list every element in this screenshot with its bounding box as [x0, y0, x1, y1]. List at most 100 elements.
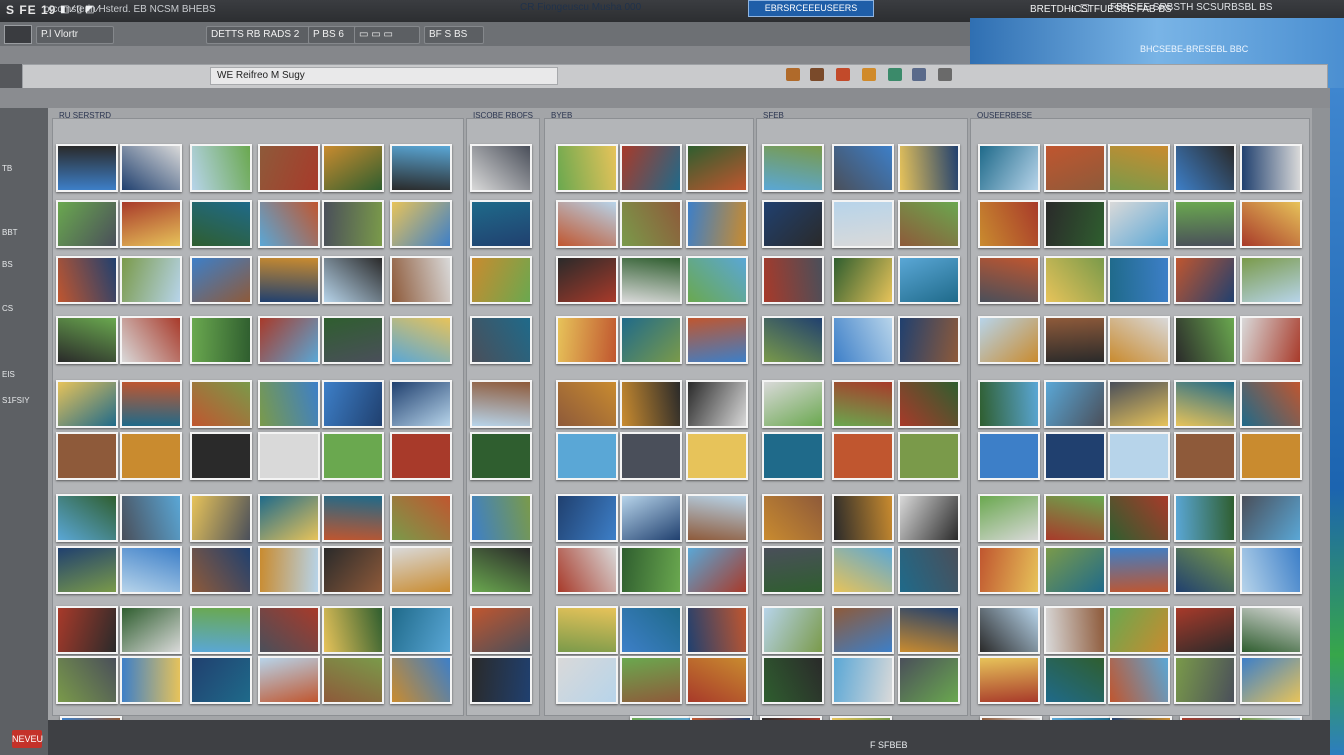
- image-thumbnail[interactable]: [1108, 200, 1170, 248]
- record-button[interactable]: NEVEU: [12, 730, 43, 748]
- image-thumbnail[interactable]: [322, 316, 384, 364]
- image-thumbnail[interactable]: [390, 200, 452, 248]
- sidebar-label[interactable]: CS: [2, 304, 13, 313]
- image-thumbnail[interactable]: [1044, 494, 1106, 542]
- image-thumbnail[interactable]: [258, 432, 320, 480]
- image-thumbnail[interactable]: [686, 200, 748, 248]
- image-thumbnail[interactable]: [1108, 256, 1170, 304]
- image-thumbnail[interactable]: [56, 546, 118, 594]
- image-thumbnail[interactable]: [470, 144, 532, 192]
- image-thumbnail[interactable]: [898, 380, 960, 428]
- image-thumbnail[interactable]: [56, 144, 118, 192]
- image-thumbnail[interactable]: [56, 656, 118, 704]
- image-thumbnail[interactable]: [390, 606, 452, 654]
- image-thumbnail[interactable]: [120, 256, 182, 304]
- image-thumbnail[interactable]: [1240, 606, 1302, 654]
- image-thumbnail[interactable]: [120, 432, 182, 480]
- image-thumbnail[interactable]: [190, 494, 252, 542]
- image-thumbnail[interactable]: [832, 380, 894, 428]
- app-logo-icon[interactable]: [4, 25, 32, 44]
- image-thumbnail[interactable]: [762, 432, 824, 480]
- image-thumbnail[interactable]: [1174, 200, 1236, 248]
- image-thumbnail[interactable]: [390, 144, 452, 192]
- image-thumbnail[interactable]: [620, 144, 682, 192]
- image-thumbnail[interactable]: [56, 200, 118, 248]
- image-thumbnail[interactable]: [620, 656, 682, 704]
- image-thumbnail[interactable]: [258, 144, 320, 192]
- image-thumbnail[interactable]: [762, 606, 824, 654]
- image-thumbnail[interactable]: [832, 432, 894, 480]
- menu-item-bf[interactable]: BF S BS: [424, 26, 484, 44]
- fire-icon[interactable]: [836, 68, 850, 81]
- image-thumbnail[interactable]: [190, 380, 252, 428]
- image-thumbnail[interactable]: [390, 494, 452, 542]
- image-thumbnail[interactable]: [1044, 380, 1106, 428]
- image-thumbnail[interactable]: [1108, 494, 1170, 542]
- image-thumbnail[interactable]: [620, 546, 682, 594]
- image-thumbnail[interactable]: [1174, 144, 1236, 192]
- image-thumbnail[interactable]: [1044, 144, 1106, 192]
- image-thumbnail[interactable]: [1174, 432, 1236, 480]
- image-thumbnail[interactable]: [898, 200, 960, 248]
- image-thumbnail[interactable]: [1240, 494, 1302, 542]
- image-thumbnail[interactable]: [898, 144, 960, 192]
- image-thumbnail[interactable]: [978, 144, 1040, 192]
- image-thumbnail[interactable]: [470, 200, 532, 248]
- image-thumbnail[interactable]: [258, 546, 320, 594]
- image-thumbnail[interactable]: [120, 200, 182, 248]
- image-thumbnail[interactable]: [686, 546, 748, 594]
- image-thumbnail[interactable]: [832, 256, 894, 304]
- image-thumbnail[interactable]: [322, 606, 384, 654]
- image-thumbnail[interactable]: [898, 432, 960, 480]
- image-thumbnail[interactable]: [556, 546, 618, 594]
- image-thumbnail[interactable]: [470, 316, 532, 364]
- image-thumbnail[interactable]: [832, 546, 894, 594]
- image-thumbnail[interactable]: [1174, 606, 1236, 654]
- image-thumbnail[interactable]: [832, 316, 894, 364]
- sidebar-label[interactable]: BS: [2, 260, 13, 269]
- image-thumbnail[interactable]: [390, 316, 452, 364]
- image-thumbnail[interactable]: [190, 432, 252, 480]
- image-thumbnail[interactable]: [190, 200, 252, 248]
- image-thumbnail[interactable]: [258, 316, 320, 364]
- image-thumbnail[interactable]: [470, 256, 532, 304]
- menu-item-layout[interactable]: ▭ ▭ ▭: [354, 26, 420, 44]
- image-thumbnail[interactable]: [686, 432, 748, 480]
- image-thumbnail[interactable]: [390, 656, 452, 704]
- image-thumbnail[interactable]: [322, 432, 384, 480]
- image-thumbnail[interactable]: [322, 656, 384, 704]
- title-badge[interactable]: EBRSRCEEEUSEERS: [748, 0, 874, 17]
- image-thumbnail[interactable]: [120, 380, 182, 428]
- image-thumbnail[interactable]: [762, 656, 824, 704]
- image-thumbnail[interactable]: [1044, 316, 1106, 364]
- image-thumbnail[interactable]: [620, 200, 682, 248]
- image-thumbnail[interactable]: [556, 380, 618, 428]
- sidebar-label[interactable]: S1FSIY: [2, 396, 30, 405]
- image-thumbnail[interactable]: [322, 494, 384, 542]
- menu-item-p[interactable]: P BS 6: [308, 26, 358, 44]
- palette-icon[interactable]: [862, 68, 876, 81]
- image-thumbnail[interactable]: [322, 256, 384, 304]
- image-thumbnail[interactable]: [322, 144, 384, 192]
- image-thumbnail[interactable]: [120, 316, 182, 364]
- image-thumbnail[interactable]: [120, 656, 182, 704]
- sidebar-label[interactable]: EIS: [2, 370, 15, 379]
- image-thumbnail[interactable]: [762, 144, 824, 192]
- image-thumbnail[interactable]: [56, 256, 118, 304]
- image-thumbnail[interactable]: [1174, 380, 1236, 428]
- image-thumbnail[interactable]: [978, 256, 1040, 304]
- image-thumbnail[interactable]: [686, 256, 748, 304]
- image-thumbnail[interactable]: [832, 200, 894, 248]
- image-thumbnail[interactable]: [470, 380, 532, 428]
- export-icon[interactable]: [938, 68, 952, 81]
- image-thumbnail[interactable]: [1240, 432, 1302, 480]
- image-thumbnail[interactable]: [978, 316, 1040, 364]
- image-thumbnail[interactable]: [762, 200, 824, 248]
- image-thumbnail[interactable]: [1174, 256, 1236, 304]
- image-thumbnail[interactable]: [56, 316, 118, 364]
- stamp-icon[interactable]: [810, 68, 824, 81]
- image-thumbnail[interactable]: [1044, 656, 1106, 704]
- image-thumbnail[interactable]: [322, 380, 384, 428]
- image-thumbnail[interactable]: [1108, 546, 1170, 594]
- image-thumbnail[interactable]: [556, 256, 618, 304]
